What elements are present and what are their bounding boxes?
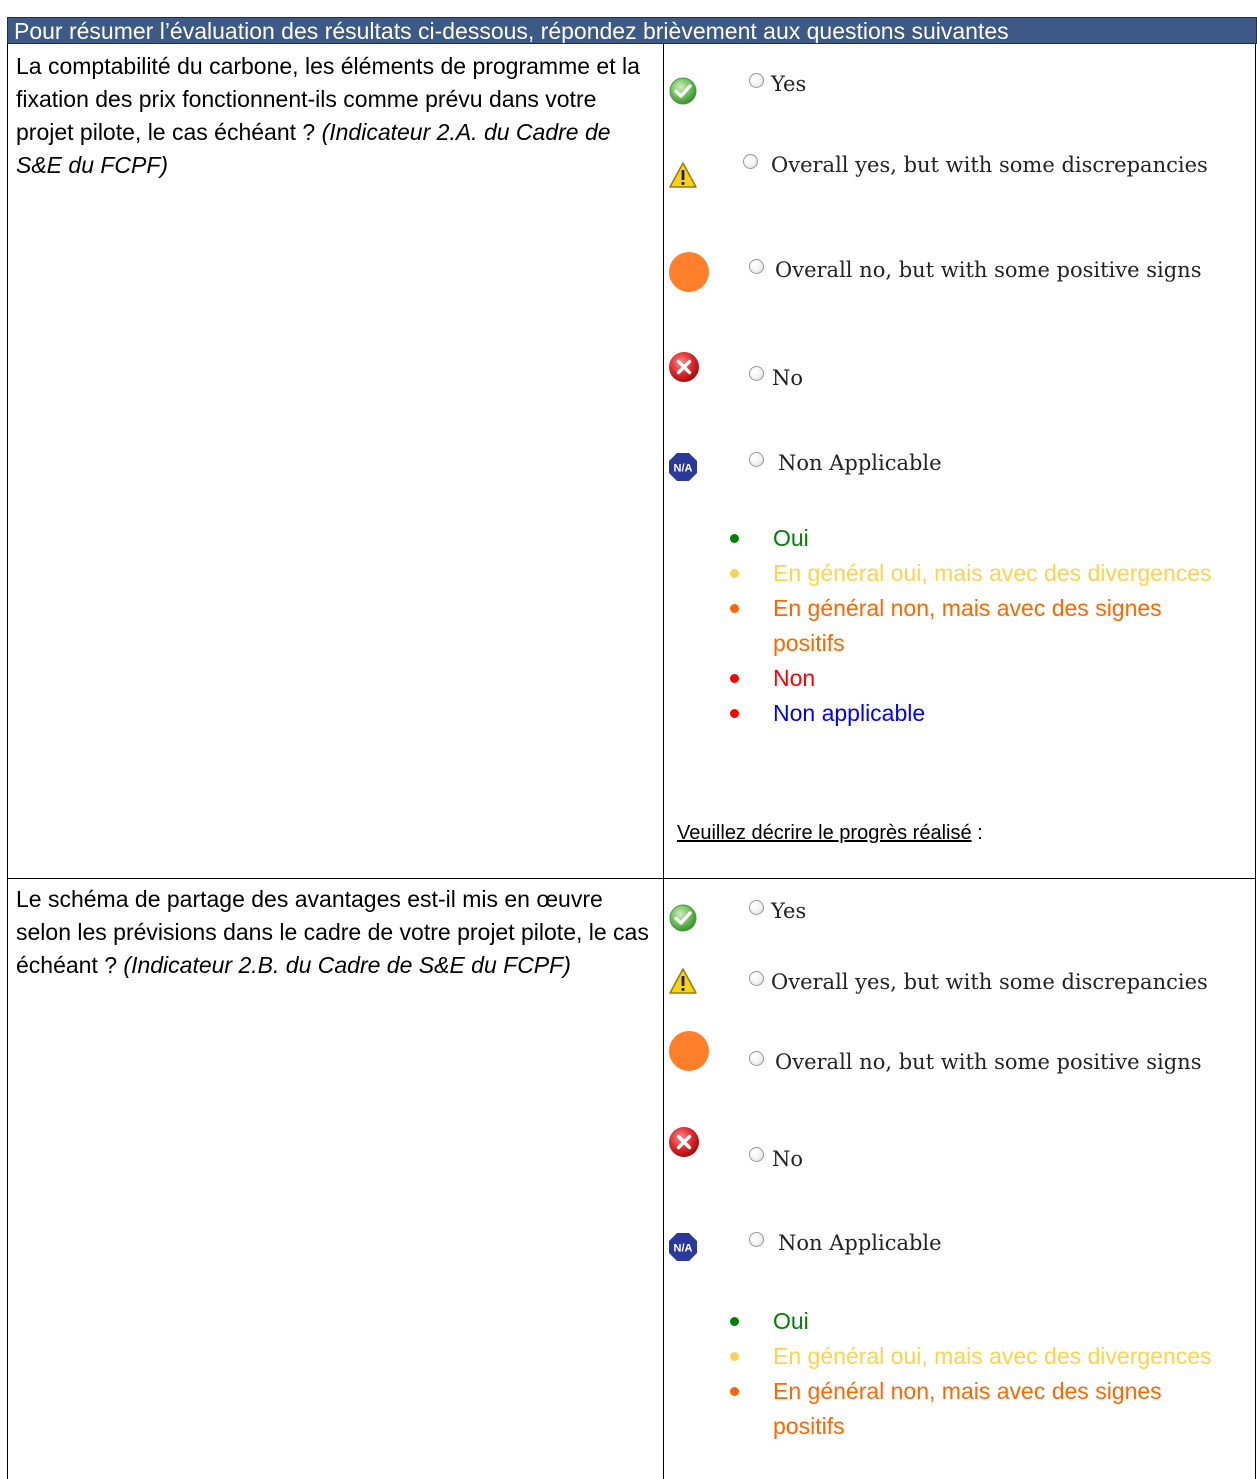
bullet-icon	[730, 604, 739, 613]
list-item: En général oui, mais avec des divergence…	[730, 1339, 1230, 1374]
radio-overall-no[interactable]	[749, 259, 764, 274]
table-row-divider	[7, 878, 1256, 879]
bullet-icon	[730, 1317, 739, 1326]
question-2: Le schéma de partage des avantages est-i…	[16, 883, 656, 982]
progress-description-prompt: Veuillez décrire le progrès réalisé :	[677, 822, 983, 844]
list-item: En général non, mais avec des signes pos…	[730, 591, 1230, 661]
check-icon	[669, 904, 697, 932]
radio-yes[interactable]	[749, 73, 764, 88]
bullet-icon	[730, 534, 739, 543]
table-left-border	[7, 44, 8, 1479]
list-item: En général oui, mais avec des divergence…	[730, 556, 1230, 591]
bullet-icon	[730, 674, 739, 683]
radio-overall-yes[interactable]	[749, 971, 764, 986]
radio-not-applicable[interactable]	[749, 1232, 764, 1247]
option-overall-yes-label: Overall yes, but with some discrepancies	[771, 153, 1208, 177]
option-yes-label: Yes	[771, 899, 807, 923]
list-item: Oui	[730, 1304, 1230, 1339]
question-2-indicator: (Indicateur 2.B. du Cadre de S&E du FCPF…	[123, 952, 571, 978]
table-right-border	[1255, 44, 1256, 1479]
status-legend-list: Oui En général oui, mais avec des diverg…	[730, 521, 1230, 731]
check-icon	[669, 77, 697, 105]
orange-circle-icon	[669, 1031, 709, 1071]
error-icon	[669, 1127, 699, 1157]
orange-circle-icon	[669, 252, 709, 292]
document-page: Pour résumer l’évaluation des résultats …	[0, 0, 1257, 1479]
list-item: En général non, mais avec des signes pos…	[730, 1374, 1230, 1444]
option-overall-no-label: Overall no, but with some positive signs	[775, 1050, 1202, 1074]
bullet-icon	[730, 569, 739, 578]
question-1: La comptabilité du carbone, les éléments…	[16, 50, 656, 182]
bullet-icon	[730, 709, 739, 718]
status-legend-list: Oui En général oui, mais avec des diverg…	[730, 1304, 1230, 1444]
warning-icon	[669, 968, 697, 994]
radio-no[interactable]	[749, 1147, 764, 1162]
option-no-label: No	[772, 366, 804, 390]
na-icon: N/A	[669, 1233, 697, 1261]
radio-overall-yes[interactable]	[743, 154, 758, 169]
bullet-icon	[730, 1352, 739, 1361]
list-item: Oui	[730, 521, 1230, 556]
list-item: Non applicable	[730, 696, 1230, 731]
option-yes-label: Yes	[771, 72, 807, 96]
option-not-applicable-label: Non Applicable	[778, 451, 942, 475]
svg-text:N/A: N/A	[674, 1243, 693, 1255]
radio-no[interactable]	[749, 366, 764, 381]
error-icon	[669, 352, 699, 382]
section-header: Pour résumer l’évaluation des résultats …	[7, 17, 1257, 44]
radio-not-applicable[interactable]	[749, 452, 764, 467]
list-item: Non	[730, 661, 1230, 696]
radio-yes[interactable]	[749, 900, 764, 915]
radio-overall-no[interactable]	[749, 1051, 764, 1066]
na-icon: N/A	[669, 453, 697, 481]
svg-text:N/A: N/A	[674, 463, 693, 475]
option-no-label: No	[772, 1147, 804, 1171]
option-not-applicable-label: Non Applicable	[778, 1231, 942, 1255]
bullet-icon	[730, 1387, 739, 1396]
warning-icon	[669, 162, 697, 188]
table-column-divider	[663, 44, 664, 1479]
option-overall-yes-label: Overall yes, but with some discrepancies	[771, 970, 1208, 994]
option-overall-no-label: Overall no, but with some positive signs	[775, 258, 1202, 282]
